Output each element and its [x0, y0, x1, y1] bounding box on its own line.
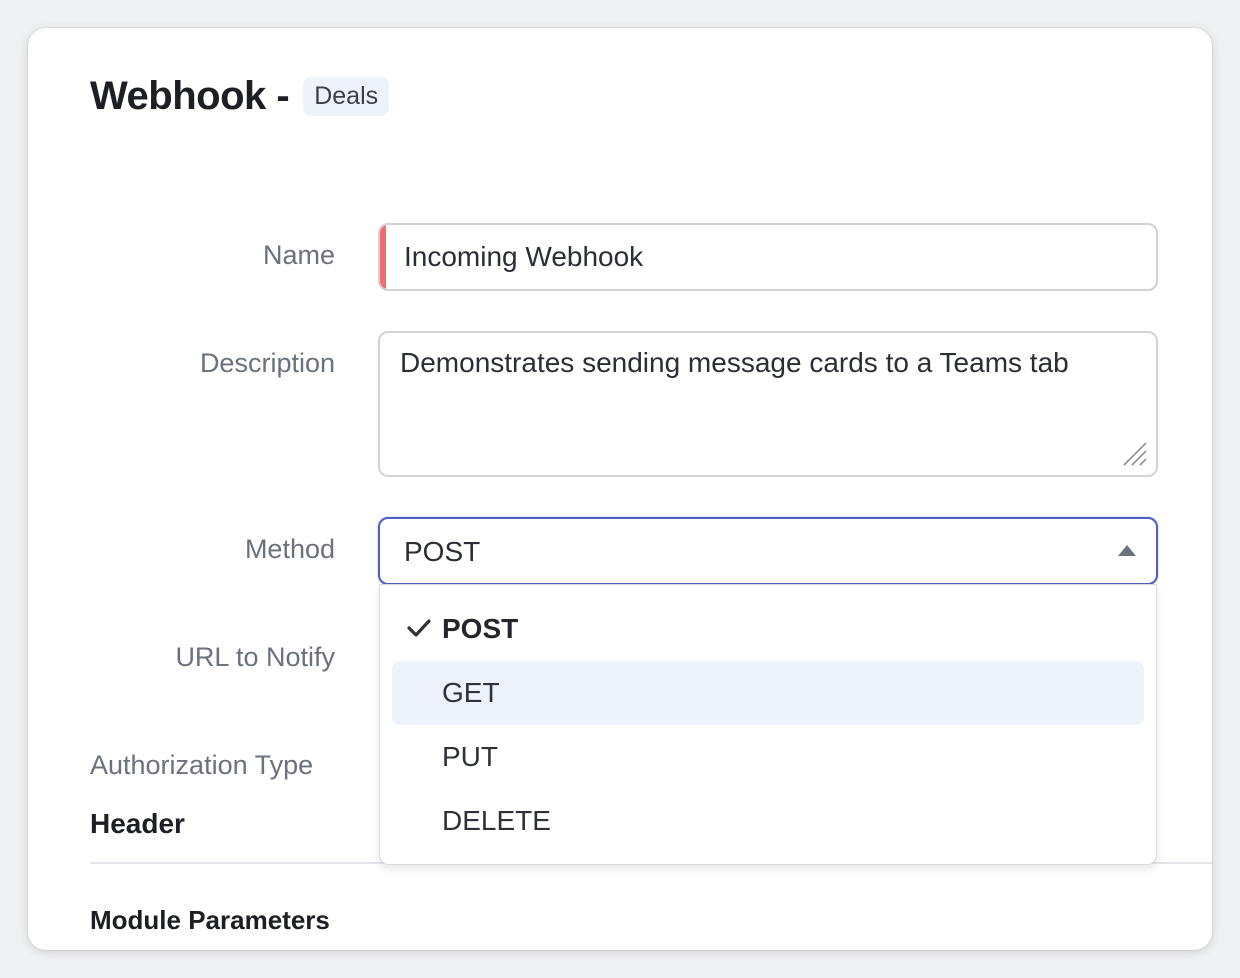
- method-option-put[interactable]: PUT: [392, 725, 1144, 789]
- method-option-label: PUT: [442, 741, 498, 772]
- method-dropdown-menu: POST GET PUT DELETE: [379, 584, 1157, 865]
- webhook-form-card: Webhook - Deals Name Incoming Webhook De…: [28, 28, 1212, 950]
- description-label: Description: [199, 348, 335, 378]
- method-select[interactable]: POST: [378, 517, 1158, 585]
- description-textarea-value: Demonstrates sending message cards to a …: [400, 347, 1069, 378]
- name-label: Name: [262, 240, 335, 270]
- page-title: Webhook -: [90, 74, 290, 118]
- method-option-label: DELETE: [442, 805, 551, 836]
- method-option-delete[interactable]: DELETE: [392, 789, 1144, 853]
- required-marker: [380, 225, 386, 289]
- name-input-value: Incoming Webhook: [404, 241, 644, 272]
- check-icon: [407, 619, 431, 637]
- title-row: Webhook - Deals: [90, 74, 390, 119]
- url-to-notify-label: URL to Notify: [175, 642, 335, 672]
- method-option-label: GET: [442, 677, 500, 708]
- method-option-label: POST: [442, 613, 519, 644]
- authorization-type-label: Authorization Type: [90, 750, 314, 780]
- method-option-post[interactable]: POST: [392, 597, 1144, 661]
- module-parameters-title: Module Parameters: [90, 905, 330, 935]
- caret-up-icon[interactable]: [1118, 545, 1136, 556]
- module-badge: Deals: [303, 77, 390, 116]
- method-select-value: POST: [404, 536, 481, 567]
- description-textarea[interactable]: Demonstrates sending message cards to a …: [378, 331, 1158, 477]
- method-label: Method: [244, 534, 335, 564]
- method-option-get[interactable]: GET: [392, 661, 1144, 725]
- header-section-title: Header: [90, 808, 185, 839]
- name-input[interactable]: Incoming Webhook: [378, 223, 1158, 291]
- resize-handle-icon[interactable]: [1120, 439, 1148, 467]
